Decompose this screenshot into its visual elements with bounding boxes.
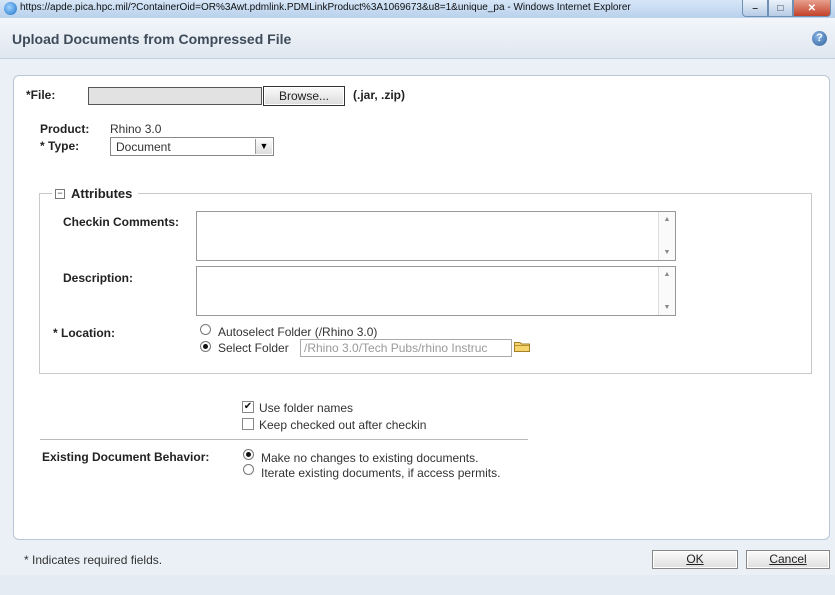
ok-button-label: OK xyxy=(686,552,704,566)
select-folder-input[interactable]: /Rhino 3.0/Tech Pubs/rhino Instruc xyxy=(300,339,512,357)
scroll-up-icon[interactable]: ▲ xyxy=(659,271,675,278)
select-folder-value: /Rhino 3.0/Tech Pubs/rhino Instruc xyxy=(304,341,488,355)
description-scrollbar[interactable]: ▲ ▼ xyxy=(658,267,675,315)
use-folder-names-checkbox[interactable]: ✔ xyxy=(242,401,254,413)
file-label: *File: xyxy=(26,88,56,102)
folder-icon[interactable] xyxy=(514,341,530,352)
checkin-comments-label: Checkin Comments: xyxy=(63,215,180,229)
type-select[interactable]: Document ▼ xyxy=(110,137,274,156)
collapse-icon[interactable]: − xyxy=(55,188,65,199)
divider xyxy=(40,439,528,440)
ok-button[interactable]: OK xyxy=(652,550,738,569)
use-folder-names-label: Use folder names xyxy=(259,401,354,415)
window-controls: – □ ✕ xyxy=(742,0,831,17)
cancel-button[interactable]: Cancel xyxy=(746,550,830,569)
no-changes-label: Make no changes to existing documents. xyxy=(261,451,479,465)
scroll-down-icon[interactable]: ▼ xyxy=(659,304,675,311)
select-folder-radio[interactable] xyxy=(200,341,211,352)
scroll-down-icon[interactable]: ▼ xyxy=(659,249,675,256)
autoselect-folder-label: Autoselect Folder (/Rhino 3.0) xyxy=(218,325,378,339)
page-title: Upload Documents from Compressed File xyxy=(12,31,292,47)
description-label: Description: xyxy=(63,271,134,285)
product-label: Product: xyxy=(40,122,90,136)
window-bottom-bar xyxy=(0,575,835,595)
location-label: * Location: xyxy=(53,326,115,340)
select-folder-label: Select Folder xyxy=(218,341,289,355)
file-path-input[interactable] xyxy=(88,87,262,105)
attributes-legend[interactable]: − Attributes xyxy=(52,186,139,201)
existing-behavior-label: Existing Document Behavior: xyxy=(42,450,210,464)
required-fields-note: * Indicates required fields. xyxy=(24,553,163,567)
file-extensions-hint: (.jar, .zip) xyxy=(353,88,406,102)
window-title: https://apde.pica.hpc.mil/?ContainerOid=… xyxy=(20,2,631,13)
checkin-comments-scrollbar[interactable]: ▲ ▼ xyxy=(658,212,675,260)
scroll-up-icon[interactable]: ▲ xyxy=(659,216,675,223)
keep-checked-out-label: Keep checked out after checkin xyxy=(259,418,427,432)
description-textarea[interactable]: ▲ ▼ xyxy=(196,266,676,316)
ie-icon xyxy=(4,2,17,15)
cancel-button-label: Cancel xyxy=(769,552,807,566)
checkin-comments-textarea[interactable]: ▲ ▼ xyxy=(196,211,676,261)
minimize-button[interactable]: – xyxy=(742,0,769,17)
keep-checked-out-checkbox[interactable] xyxy=(242,418,254,430)
product-value: Rhino 3.0 xyxy=(110,122,162,136)
iterate-radio[interactable] xyxy=(243,464,254,475)
no-changes-radio[interactable] xyxy=(243,449,254,460)
maximize-button[interactable]: □ xyxy=(768,0,793,17)
iterate-label: Iterate existing documents, if access pe… xyxy=(261,466,501,480)
close-button[interactable]: ✕ xyxy=(792,0,831,17)
type-label: * Type: xyxy=(40,139,80,153)
autoselect-folder-radio[interactable] xyxy=(200,324,211,335)
chevron-down-icon[interactable]: ▼ xyxy=(255,139,272,154)
help-icon[interactable]: ? xyxy=(812,31,827,46)
browse-button[interactable]: Browse... xyxy=(263,86,345,106)
type-select-value: Document xyxy=(116,140,171,154)
attributes-heading: Attributes xyxy=(71,186,133,201)
